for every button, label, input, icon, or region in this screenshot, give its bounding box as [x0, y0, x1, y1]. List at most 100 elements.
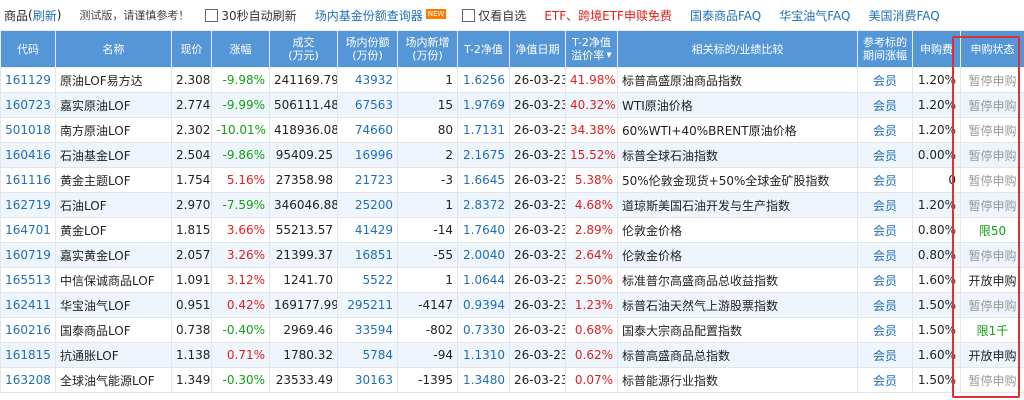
- fund-code-link[interactable]: 501018: [0, 117, 56, 143]
- checkbox-icon[interactable]: [205, 8, 219, 22]
- nav-link[interactable]: 0.7330: [457, 317, 510, 343]
- shares-link[interactable]: 67563: [337, 92, 398, 118]
- col-price[interactable]: 现价: [171, 30, 212, 68]
- col-nav[interactable]: T-2净值: [457, 30, 510, 68]
- table-row[interactable]: 162411 华宝油气LOF 0.951 0.42% 169177.99 295211 -4…: [0, 292, 1024, 318]
- nav-link[interactable]: 1.1310: [457, 342, 510, 368]
- nav-link[interactable]: 1.3480: [457, 367, 510, 393]
- fund-code-link[interactable]: 160719: [0, 242, 56, 268]
- watchlist-label: 仅看自选: [478, 8, 527, 23]
- col-code[interactable]: 代码: [0, 30, 56, 68]
- fund-code-link[interactable]: 161129: [0, 67, 56, 93]
- fund-code-link[interactable]: 164701: [0, 217, 56, 243]
- us-consumer-faq-link[interactable]: 美国消费FAQ: [868, 7, 939, 24]
- col-status[interactable]: 申购状态: [960, 30, 1024, 68]
- fund-code-link[interactable]: 163208: [0, 367, 56, 393]
- member-link[interactable]: 会员: [857, 367, 913, 393]
- member-link[interactable]: 会员: [857, 192, 913, 218]
- member-link[interactable]: 会员: [857, 167, 913, 193]
- shares-link[interactable]: 16996: [337, 142, 398, 168]
- table-row[interactable]: 160216 国泰商品LOF 0.738 -0.40% 2969.46 33594 -802…: [0, 317, 1024, 343]
- fund-code-link[interactable]: 165513: [0, 267, 56, 293]
- nav-link[interactable]: 1.0644: [457, 267, 510, 293]
- shares-link[interactable]: 33594: [337, 317, 398, 343]
- col-index[interactable]: 相关标的/业绩比较: [617, 30, 858, 68]
- nav-link[interactable]: 0.9394: [457, 292, 510, 318]
- refresh-link[interactable]: 刷新: [33, 7, 57, 24]
- shares-link[interactable]: 16851: [337, 242, 398, 268]
- col-name[interactable]: 名称: [55, 30, 172, 68]
- table-row[interactable]: 160416 石油基金LOF 2.504 -9.86% 95409.25 16996 2 2.…: [0, 142, 1024, 168]
- change: 3.66%: [211, 217, 270, 243]
- shares-link[interactable]: 43932: [337, 67, 398, 93]
- col-turnover[interactable]: 成交 (万元): [269, 30, 338, 68]
- table-body: 161129 原油LOF易方达 2.308 -9.98% 241169.79 43932 1…: [0, 67, 1024, 393]
- huabao-faq-link[interactable]: 华宝油气FAQ: [779, 7, 850, 24]
- checkbox-icon[interactable]: [462, 8, 476, 22]
- nav-link[interactable]: 1.6256: [457, 67, 510, 93]
- shares-link[interactable]: 41429: [337, 217, 398, 243]
- new-shares: -55: [397, 242, 458, 268]
- table-row[interactable]: 165513 中信保诚商品LOF 1.091 3.12% 1241.70 5522 1 1.0…: [0, 267, 1024, 293]
- nav-link[interactable]: 1.7131: [457, 117, 510, 143]
- shares-link[interactable]: 21723: [337, 167, 398, 193]
- fund-name: 黄金LOF: [55, 217, 172, 243]
- shares-link[interactable]: 5522: [337, 267, 398, 293]
- member-link[interactable]: 会员: [857, 142, 913, 168]
- table-row[interactable]: 161815 抗通胀LOF 1.138 0.71% 1780.32 5784 -94 1.13…: [0, 342, 1024, 368]
- fund-code-link[interactable]: 161815: [0, 342, 56, 368]
- fund-code-link[interactable]: 160416: [0, 142, 56, 168]
- member-link[interactable]: 会员: [857, 117, 913, 143]
- fund-code-link[interactable]: 160723: [0, 92, 56, 118]
- fund-share-query-link[interactable]: 场内基金份额查询器 NEW: [315, 7, 447, 24]
- etf-free-link[interactable]: ETF、跨境ETF申赎免费: [544, 7, 672, 24]
- shares-link[interactable]: 25200: [337, 192, 398, 218]
- table-row[interactable]: 161129 原油LOF易方达 2.308 -9.98% 241169.79 43932 1…: [0, 67, 1024, 93]
- table-row[interactable]: 160723 嘉实原油LOF 2.774 -9.99% 506111.48 67563 15…: [0, 92, 1024, 118]
- fund-code-link[interactable]: 160216: [0, 317, 56, 343]
- col-fee[interactable]: 申购费: [912, 30, 961, 68]
- shares-link[interactable]: 30163: [337, 367, 398, 393]
- shares-link[interactable]: 74660: [337, 117, 398, 143]
- auto-refresh-checkbox[interactable]: 30秒自动刷新: [205, 7, 297, 24]
- table-row[interactable]: 163208 全球油气能源LOF 1.349 -0.30% 23533.49 30163-…: [0, 367, 1024, 393]
- member-link[interactable]: 会员: [857, 342, 913, 368]
- member-link[interactable]: 会员: [857, 217, 913, 243]
- watchlist-checkbox[interactable]: 仅看自选: [462, 7, 526, 24]
- nav-link[interactable]: 1.6645: [457, 167, 510, 193]
- table-row[interactable]: 164701 黄金LOF 1.815 3.66% 55213.57 41429 -14 1.7…: [0, 217, 1024, 243]
- member-link[interactable]: 会员: [857, 317, 913, 343]
- member-link[interactable]: 会员: [857, 242, 913, 268]
- col-change[interactable]: 涨幅: [211, 30, 270, 68]
- table-row[interactable]: 501018 南方原油LOF 2.302 -10.01% 418936.08 74660 8…: [0, 117, 1024, 143]
- premium: 5.38%: [565, 167, 618, 193]
- shares-link[interactable]: 5784: [337, 342, 398, 368]
- nav-link[interactable]: 2.8372: [457, 192, 510, 218]
- col-premium[interactable]: T-2净值 溢价率 ▼: [565, 30, 618, 68]
- nav-link[interactable]: 1.9769: [457, 92, 510, 118]
- shares-link[interactable]: 295211: [337, 292, 398, 318]
- change: -0.30%: [211, 367, 270, 393]
- fund-code-link[interactable]: 162719: [0, 192, 56, 218]
- nav-link[interactable]: 2.1675: [457, 142, 510, 168]
- fund-name: 抗通胀LOF: [55, 342, 172, 368]
- table-row[interactable]: 161116 黄金主题LOF 1.754 5.16% 27358.98 21723 -3 1.…: [0, 167, 1024, 193]
- fund-code-link[interactable]: 162411: [0, 292, 56, 318]
- member-link[interactable]: 会员: [857, 292, 913, 318]
- member-link[interactable]: 会员: [857, 67, 913, 93]
- new-shares: 2: [397, 142, 458, 168]
- col-ref-change[interactable]: 参考标的 期间涨幅: [857, 30, 913, 68]
- table-row[interactable]: 160719 嘉实黄金LOF 2.057 3.26% 21399.37 16851 -55 2…: [0, 242, 1024, 268]
- member-link[interactable]: 会员: [857, 267, 913, 293]
- subscription-status: 暂停申购: [960, 192, 1024, 218]
- guotai-faq-link[interactable]: 国泰商品FAQ: [690, 7, 761, 24]
- fund-share-query-label[interactable]: 场内基金份额查询器: [315, 9, 423, 23]
- col-nav-date[interactable]: 净值日期: [509, 30, 566, 68]
- member-link[interactable]: 会员: [857, 92, 913, 118]
- fund-code-link[interactable]: 161116: [0, 167, 56, 193]
- table-row[interactable]: 162719 石油LOF 2.970 -7.59% 346046.88 25200 1 2.8…: [0, 192, 1024, 218]
- col-new-shares[interactable]: 场内新增 (万份): [397, 30, 458, 68]
- nav-link[interactable]: 1.7640: [457, 217, 510, 243]
- nav-link[interactable]: 2.0040: [457, 242, 510, 268]
- col-shares[interactable]: 场内份额 (万份): [337, 30, 398, 68]
